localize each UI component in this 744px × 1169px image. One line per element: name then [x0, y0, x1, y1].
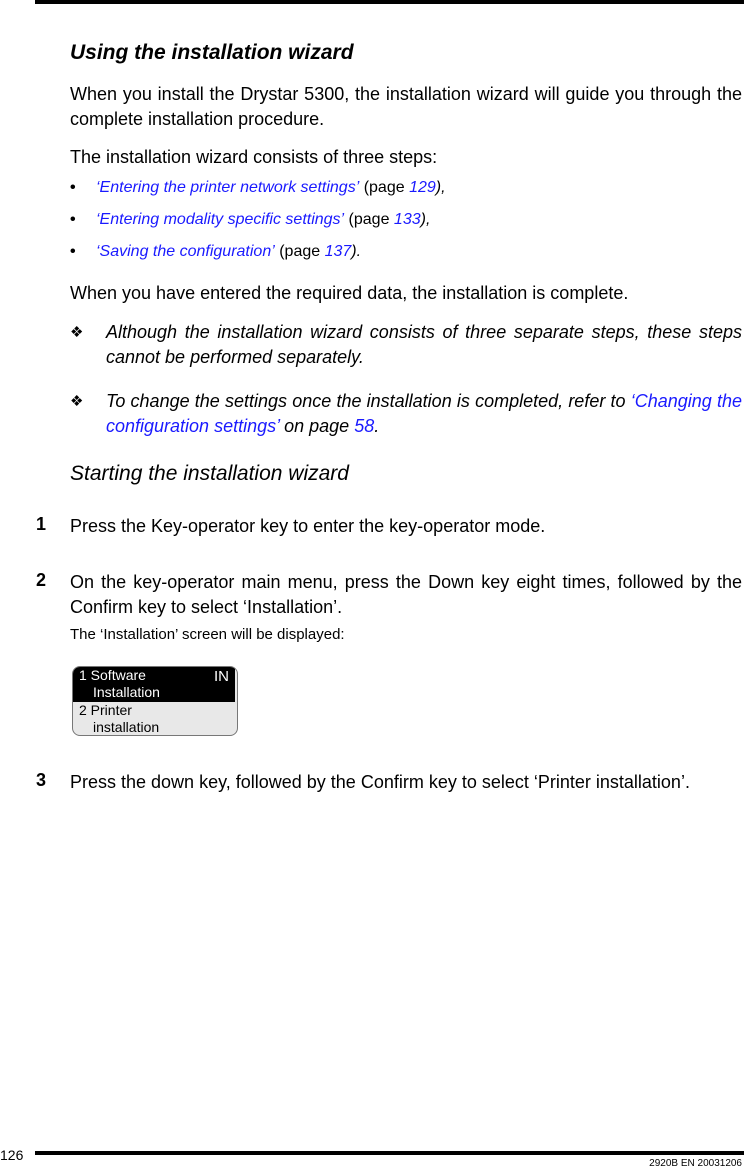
note: ❖ Although the installation wizard consi…	[70, 322, 742, 367]
header-rule	[35, 0, 744, 4]
steps-intro: The installation wizard consists of thre…	[70, 147, 438, 167]
subheading: Starting the installation wizard	[70, 462, 349, 485]
step-subtext: The ‘Installation’ screen will be displa…	[70, 626, 345, 643]
bullet-icon: •	[70, 179, 76, 196]
step-number: 2	[36, 570, 47, 590]
page-number: 126	[0, 1147, 24, 1163]
note-diamond-icon: ❖	[70, 324, 84, 341]
page-link[interactable]: 58	[354, 416, 374, 436]
cross-ref-link[interactable]: ‘Entering modality specific settings’	[96, 211, 344, 228]
cross-ref-link[interactable]: ‘Saving the configuration’	[96, 243, 275, 260]
lcd-badge: IN	[214, 668, 229, 685]
lcd-item-printer-installation: 2 Printer installation	[79, 702, 160, 735]
note-diamond-icon: ❖	[70, 393, 84, 410]
step-text: Press the down key, followed by the Conf…	[70, 772, 690, 792]
lcd-screen: 1 Software Installation IN 2 Printer ins…	[72, 666, 238, 736]
step-text: Press the Key-operator key to enter the …	[70, 516, 546, 536]
bullet-icon: •	[70, 243, 76, 260]
page-link[interactable]: 137	[325, 243, 352, 260]
step-number: 1	[36, 514, 47, 534]
lcd-item-software-installation: 1 Software Installation IN	[73, 667, 235, 702]
step-text: On the key-operator main menu, press the…	[70, 572, 742, 617]
footer-rule	[35, 1151, 744, 1155]
document-code: 2920B EN 20031206	[649, 1158, 742, 1169]
complete-paragraph: When you have entered the required data,…	[70, 283, 629, 303]
intro-paragraph: When you install the Drystar 5300, the i…	[70, 84, 742, 129]
page-link[interactable]: 129	[409, 179, 436, 196]
step-number: 3	[36, 770, 47, 790]
bullet-icon: •	[70, 211, 76, 228]
note: ❖ To change the settings once the instal…	[70, 391, 742, 436]
page-link[interactable]: 133	[394, 211, 421, 228]
cross-ref-link[interactable]: ‘Entering the printer network settings’	[96, 179, 359, 196]
section-heading: Using the installation wizard	[70, 41, 354, 64]
